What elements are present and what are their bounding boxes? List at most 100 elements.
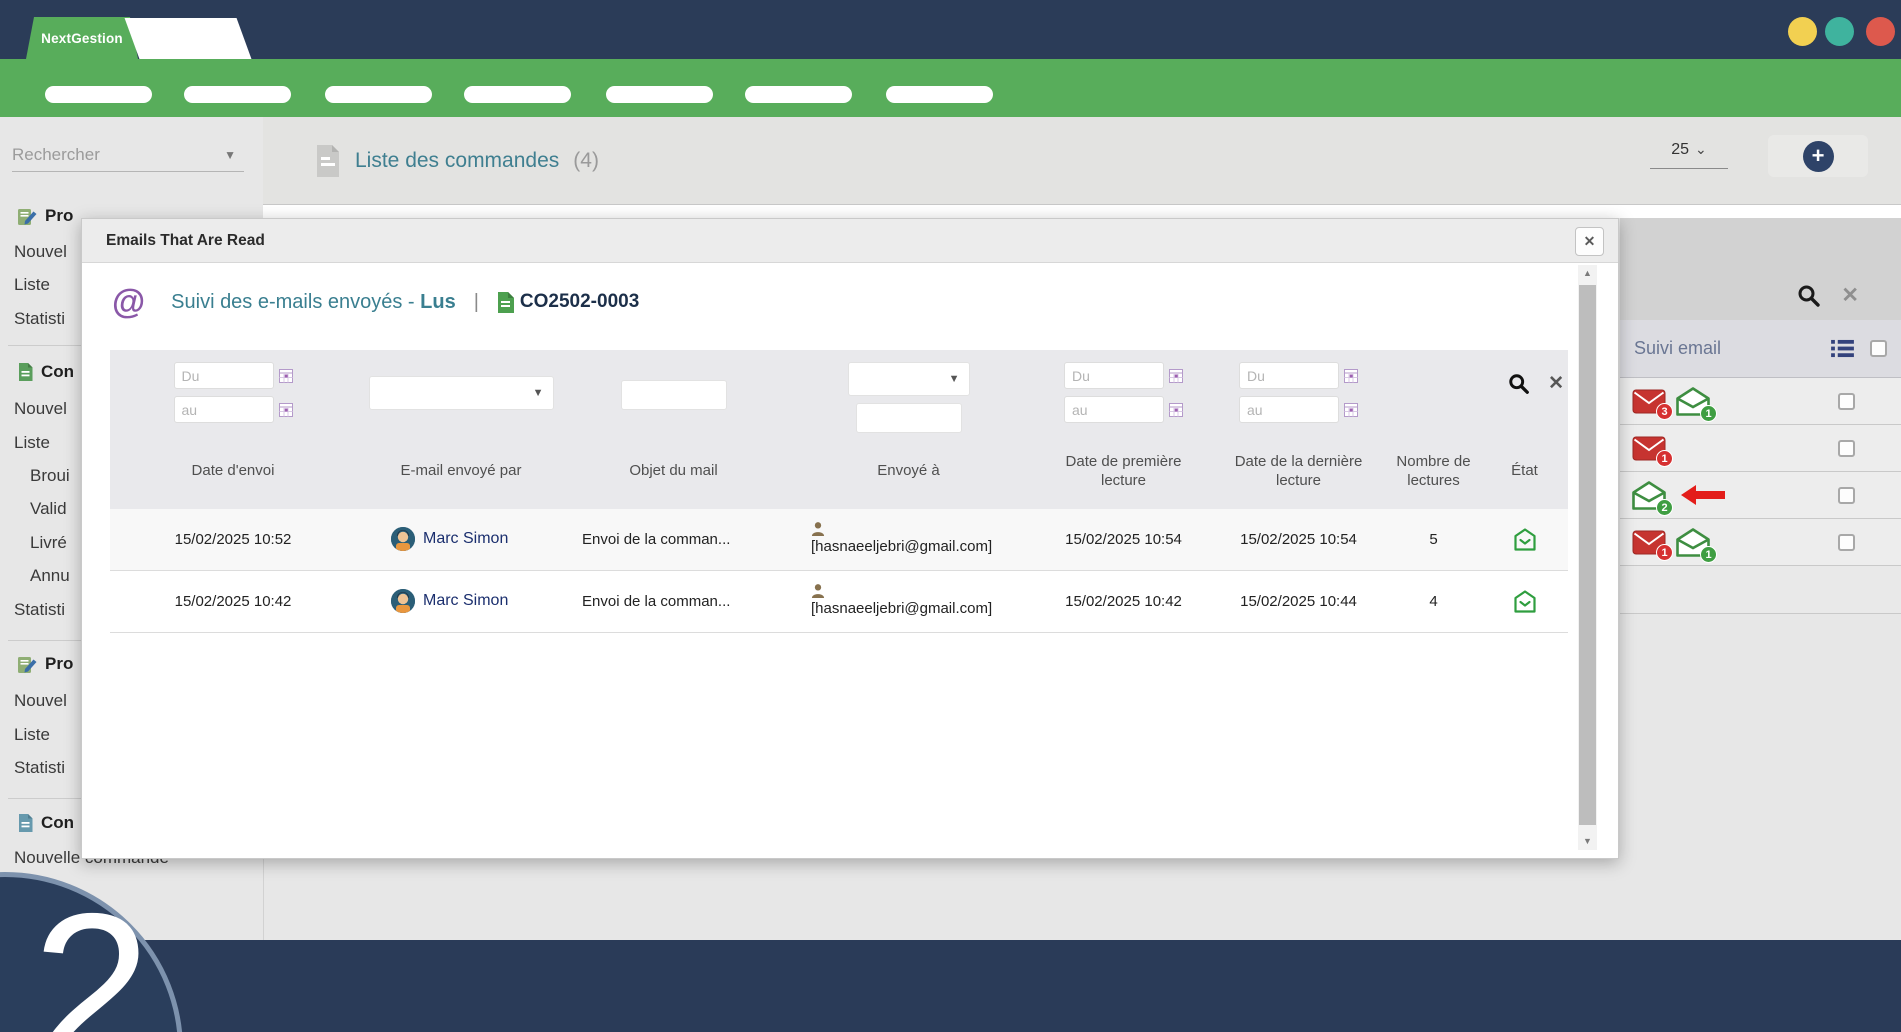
row-checkbox[interactable] <box>1838 487 1855 504</box>
app-logo[interactable]: NextGestion <box>26 17 138 59</box>
person-icon <box>811 522 825 536</box>
read-mail-icon[interactable]: 1 <box>1676 387 1710 416</box>
sidebar-item-label: Liste <box>14 433 50 453</box>
nav-item-placeholder[interactable] <box>464 86 571 103</box>
column-header[interactable]: Objet du mail <box>566 462 781 481</box>
calendar-icon[interactable] <box>279 403 293 417</box>
order-row-email-tracking[interactable]: 31 <box>1620 378 1901 425</box>
last-read-date: 15/02/2025 10:54 <box>1211 509 1386 570</box>
calendar-icon[interactable] <box>1344 369 1358 383</box>
sent-date-from-input[interactable] <box>174 362 274 389</box>
column-header[interactable]: Date de première lecture <box>1036 453 1211 491</box>
last-read-from-input[interactable] <box>1239 362 1339 389</box>
modal-title: Emails That Are Read <box>106 232 265 250</box>
sidebar-item-label: Livré <box>30 533 67 553</box>
suivi-email-panel: Suivi email 311211 <box>1620 320 1901 614</box>
email-row[interactable]: 15/02/2025 10:52 Marc Simon Envoi de la … <box>110 509 1568 571</box>
scroll-down-icon[interactable]: ▼ <box>1578 833 1597 850</box>
tracking-title: Suivi des e-mails envoyés - <box>171 291 420 313</box>
empty-order-row <box>1620 566 1901 614</box>
window-dot-red[interactable] <box>1866 17 1895 46</box>
unread-mail-icon[interactable]: 1 <box>1632 436 1666 461</box>
modal-scrollbar[interactable]: ▲ ▼ <box>1578 265 1597 850</box>
nav-item-placeholder[interactable] <box>45 86 152 103</box>
last-read-date: 15/02/2025 10:44 <box>1211 571 1386 632</box>
clear-filters-icon[interactable]: ✕ <box>1548 372 1564 395</box>
caret-down-icon: ▼ <box>949 373 960 385</box>
sender-avatar <box>391 589 415 613</box>
select-all-checkbox[interactable] <box>1870 340 1887 357</box>
window-dot-teal[interactable] <box>1825 17 1854 46</box>
column-header[interactable]: Nombre de lectures <box>1386 453 1481 491</box>
read-mail-icon[interactable]: 2 <box>1632 481 1666 510</box>
calendar-icon[interactable] <box>1344 403 1358 417</box>
read-count: 5 <box>1386 509 1481 570</box>
nav-item-placeholder[interactable] <box>606 86 713 103</box>
calendar-icon[interactable] <box>1169 369 1183 383</box>
nav-item-placeholder[interactable] <box>184 86 291 103</box>
suivi-email-title: Suivi email <box>1634 338 1831 359</box>
count-badge: 1 <box>1700 546 1717 563</box>
nav-item-placeholder[interactable] <box>325 86 432 103</box>
person-icon <box>811 584 825 598</box>
column-header[interactable]: Date d'envoi <box>110 462 356 481</box>
column-header[interactable]: État <box>1481 462 1568 481</box>
doc-pencil-icon <box>18 656 37 673</box>
sent-date-to-input[interactable] <box>174 396 274 423</box>
email-row[interactable]: 15/02/2025 10:42 Marc Simon Envoi de la … <box>110 571 1568 633</box>
window-dot-yellow[interactable] <box>1788 17 1817 46</box>
row-checkbox[interactable] <box>1838 440 1855 457</box>
subject-filter-input[interactable] <box>621 380 727 410</box>
list-view-icon[interactable] <box>1831 339 1854 358</box>
calendar-icon[interactable] <box>1169 403 1183 417</box>
sender-link[interactable]: Marc Simon <box>423 592 508 610</box>
step-number: 2 <box>32 865 152 1032</box>
add-button-area: + <box>1768 135 1868 177</box>
app-logo-label: NextGestion <box>41 31 123 46</box>
emails-read-modal: Emails That Are Read ✕ @ Suivi des e-mai… <box>81 218 1619 859</box>
row-checkbox[interactable] <box>1838 393 1855 410</box>
search-icon[interactable] <box>1508 373 1530 395</box>
emails-table: ▼ ▼ <box>110 350 1568 633</box>
add-order-button[interactable]: + <box>1803 141 1834 172</box>
last-read-to-input[interactable] <box>1239 396 1339 423</box>
doc-teal-icon <box>18 814 33 832</box>
order-row-email-tracking[interactable]: 2 <box>1620 472 1901 519</box>
recipient-filter-select[interactable]: ▼ <box>848 362 970 396</box>
doc-green-icon <box>18 363 33 381</box>
unread-mail-icon[interactable]: 1 <box>1632 530 1666 555</box>
calendar-icon[interactable] <box>279 369 293 383</box>
recipient-filter-input[interactable] <box>856 403 962 433</box>
sender-filter-select[interactable]: ▼ <box>369 376 554 410</box>
clear-search-icon[interactable]: ✕ <box>1841 283 1859 308</box>
search-icon[interactable] <box>1797 284 1821 308</box>
column-header[interactable]: E-mail envoyé par <box>356 462 566 481</box>
email-subject: Envoi de la comman... <box>566 509 781 570</box>
page-size-select[interactable]: 25⌄ <box>1650 141 1728 169</box>
column-header[interactable]: Envoyé à <box>781 462 1036 481</box>
sender-avatar <box>391 527 415 551</box>
sender-link[interactable]: Marc Simon <box>423 530 508 548</box>
first-read-from-input[interactable] <box>1064 362 1164 389</box>
nav-item-placeholder[interactable] <box>745 86 852 103</box>
top-bar: NextGestion <box>0 0 1901 59</box>
scrollbar-thumb[interactable] <box>1579 285 1596 825</box>
recipient-email: [hasnaeeljebri@gmail.com] <box>811 536 992 557</box>
order-reference-link[interactable]: CO2502-0003 <box>520 291 639 313</box>
modal-close-button[interactable]: ✕ <box>1575 227 1604 256</box>
search-placeholder: Rechercher <box>12 145 224 165</box>
order-row-email-tracking[interactable]: 11 <box>1620 519 1901 566</box>
row-checkbox[interactable] <box>1838 534 1855 551</box>
first-read-to-input[interactable] <box>1064 396 1164 423</box>
modal-titlebar[interactable]: Emails That Are Read <box>82 219 1618 263</box>
green-navbar <box>0 59 1901 117</box>
emails-table-header: Date d'envoi E-mail envoyé par Objet du … <box>110 433 1568 509</box>
content-top-strip <box>263 205 1901 218</box>
column-header[interactable]: Date de la dernière lecture <box>1211 453 1386 491</box>
read-mail-icon[interactable]: 1 <box>1676 528 1710 557</box>
order-row-email-tracking[interactable]: 1 <box>1620 425 1901 472</box>
scroll-up-icon[interactable]: ▲ <box>1578 265 1597 282</box>
sidebar-search-select[interactable]: Rechercher ▼ <box>12 139 244 172</box>
nav-item-placeholder[interactable] <box>886 86 993 103</box>
unread-mail-icon[interactable]: 3 <box>1632 389 1666 414</box>
